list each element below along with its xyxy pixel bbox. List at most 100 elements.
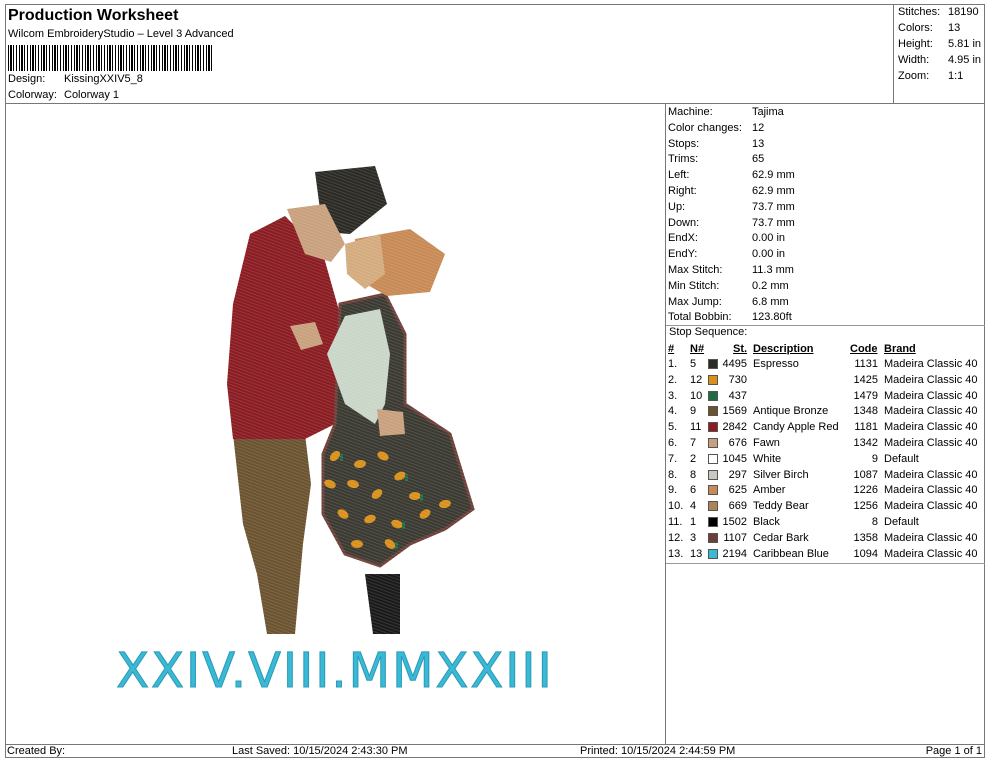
row-brand: Madeira Classic 40 [884,373,978,386]
info-label: Max Stitch: [668,264,723,276]
machine-info-row: Down: 73.7 mm [668,217,795,229]
row-stitches: 297 [728,468,747,481]
row-needle: 13 [690,547,703,560]
row-code: 1094 [853,547,878,560]
machine-info-row: EndY: 0.00 in [668,248,785,260]
row-brand: Default [884,516,919,528]
row-needle: 7 [690,437,697,449]
stop-sequence-row: 5. 11 2842 Candy Apple Red 1181 Madeira Class… [666,421,985,437]
leaf-mark [340,454,343,461]
row-code: 9 [871,452,878,465]
row-description: Caribbean Blue [753,547,829,560]
row-description: Espresso [753,358,799,370]
row-stitches: 1107 [723,531,747,544]
color-swatch [708,548,718,559]
row-index: 6. [668,437,678,449]
row-description: Silver Birch [753,468,809,481]
info-value: 6.8 mm [752,295,789,308]
row-code: 1348 [853,405,878,418]
design-stats: Stitches: 18190 Colors: 13 Height: 5.81 in … [893,4,985,104]
row-description: Cedar Bark [753,531,809,544]
stop-sequence-row: 7. 2 1045 White 9 Default [666,453,985,469]
info-value: 123.80ft [752,311,792,324]
info-value: 73.7 mm [752,216,795,229]
row-needle: 3 [690,531,697,544]
row-stitches: 2194 [722,547,747,560]
info-label: EndX: [668,232,698,245]
info-value: 73.7 mm [752,200,795,213]
info-value: 0.00 in [752,232,786,245]
col-header-needle: N# [690,343,705,355]
machine-info-row: Max Stitch: 11.3 mm [668,264,794,276]
info-value: 0.2 mm [752,279,789,292]
row-index: 12. [668,531,684,544]
row-brand: Madeira Classic 40 [884,358,978,370]
row-stitches: 2842 [722,421,747,434]
row-code: 1087 [853,468,878,481]
col-header-code: Code [850,343,878,355]
row-needle: 6 [690,484,697,497]
row-index: 7. [668,452,678,465]
row-needle: 1 [690,516,697,528]
row-index: 13. [668,547,684,560]
row-brand: Madeira Classic 40 [884,405,978,418]
col-header-description: Description [753,343,814,355]
row-brand: Madeira Classic 40 [884,500,978,513]
machine-info-row: Min Stitch: 0.2 mm [668,280,789,292]
row-stitches: 669 [728,500,747,513]
row-brand: Madeira Classic 40 [884,547,978,560]
color-swatch [708,453,718,464]
row-description: White [753,452,782,465]
color-swatch [708,485,718,496]
row-needle: 11 [690,421,702,434]
machine-info-row: Trims: 65 [668,153,764,165]
machine-info-row: Machine: Tajima [668,106,784,118]
design-value: KissingXXIV5_8 [64,73,143,85]
info-value: 13 [752,137,765,150]
row-stitches: 1569 [722,405,747,418]
leaf-mark [405,474,408,481]
row-brand: Madeira Classic 40 [884,437,978,449]
row-code: 1256 [853,500,878,513]
row-needle: 8 [690,468,697,481]
row-index: 9. [668,484,678,497]
row-description: Black [753,516,780,528]
machine-info-row: Left: 62.9 mm [668,169,795,181]
stat-zoom: Zoom: 1:1 [898,70,964,82]
row-brand: Madeira Classic 40 [884,468,978,481]
row-index: 2. [668,373,678,386]
embroidery-design-image: XXIV.VIII.MMXXIII [116,164,553,700]
machine-info-row: Right: 62.9 mm [668,185,795,197]
row-stitches: 4495 [722,358,747,370]
info-value: 65 [752,153,765,166]
row-brand: Madeira Classic 40 [884,531,978,544]
row-stitches: 1502 [722,516,747,528]
stat-height: Height: 5.81 in [898,38,982,50]
stop-sequence-row: 3. 10 437 1479 Madeira Classic 40 [666,390,985,406]
divider [666,563,985,564]
row-stitches: 730 [728,373,747,386]
page-number: Page 1 of 1 [925,745,982,757]
row-brand: Madeira Classic 40 [884,389,978,402]
design-preview: XXIV.VIII.MMXXIII [5,104,666,744]
info-label: Color changes: [668,121,742,134]
col-header-index: # [668,343,675,355]
row-code: 1342 [853,437,878,449]
row-code: 1425 [853,373,878,386]
leaf-mark [395,542,398,549]
worksheet-header: Production Worksheet Wilcom EmbroiderySt… [5,4,985,104]
machine-info-row: Up: 73.7 mm [668,201,795,213]
created-by: Created By: [7,745,66,757]
row-index: 11. [668,516,683,528]
row-code: 1358 [853,531,878,544]
info-label: Right: [668,185,697,197]
info-label: Stops: [668,137,700,150]
roman-date-text: XXIV.VIII.MMXXIII [116,643,553,699]
row-needle: 5 [690,358,697,370]
stat-colors: Colors: 13 [898,22,961,34]
row-description: Teddy Bear [753,500,809,513]
info-label: Total Bobbin: [668,311,732,324]
software-name: Wilcom EmbroideryStudio – Level 3 Advanc… [8,28,234,40]
stop-sequence-row: 8. 8 297 Silver Birch 1087 Madeira Classic 40 [666,469,985,485]
info-label: Min Stitch: [668,279,720,292]
